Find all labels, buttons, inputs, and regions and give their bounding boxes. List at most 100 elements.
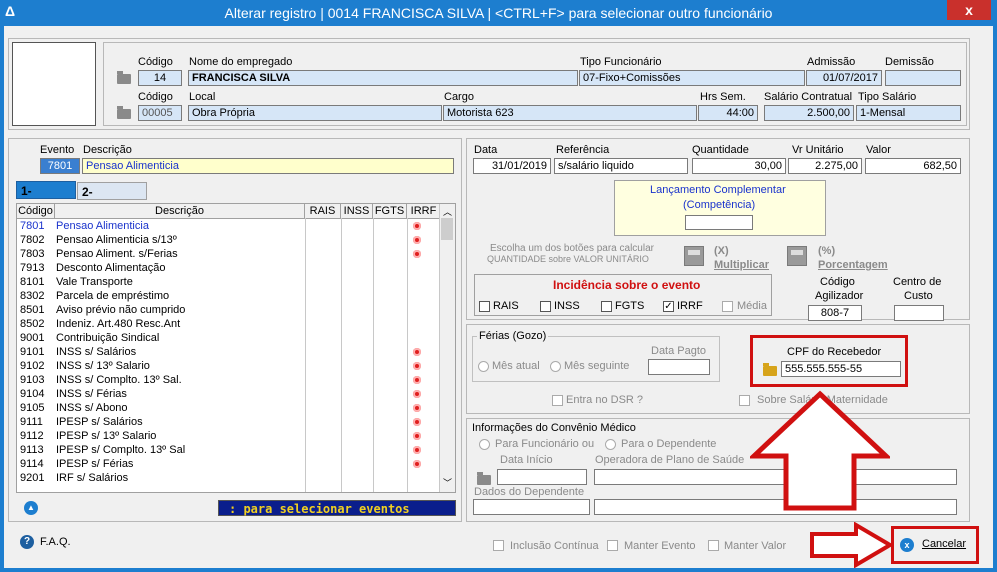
irrf-checkbox[interactable]: ✓ bbox=[663, 301, 674, 312]
fgts-checkbox[interactable] bbox=[601, 301, 612, 312]
folder-icon[interactable] bbox=[117, 106, 131, 119]
rais-checkbox[interactable] bbox=[479, 301, 490, 312]
calculator-icon[interactable] bbox=[684, 246, 704, 266]
table-row[interactable]: 7913 Desconto Alimentação bbox=[17, 261, 441, 275]
col-rais-header[interactable]: RAIS bbox=[305, 204, 341, 218]
table-row[interactable]: 9114 IPESP s/ Férias bbox=[17, 457, 441, 471]
table-row[interactable]: 9101 INSS s/ Salários bbox=[17, 345, 441, 359]
demissao-field[interactable] bbox=[885, 70, 961, 86]
row-descricao: Aviso prévio não cumprido bbox=[56, 304, 186, 316]
salario-contratual-field[interactable]: 2.500,00 bbox=[764, 105, 854, 121]
close-button[interactable]: x bbox=[947, 0, 991, 20]
evento-codigo-field[interactable]: 7801 bbox=[40, 158, 80, 174]
manter-evento-checkbox[interactable] bbox=[607, 540, 618, 551]
irrf-indicator-icon bbox=[413, 418, 421, 426]
scroll-up-icon[interactable]: ︿ bbox=[443, 205, 452, 218]
nome-field[interactable]: FRANCISCA SILVA bbox=[188, 70, 578, 86]
para-dependente-label: Para o Dependente bbox=[621, 438, 717, 450]
table-row[interactable]: 9111 IPESP s/ Salários bbox=[17, 415, 441, 429]
table-row[interactable]: 9201 IRF s/ Salários bbox=[17, 471, 441, 485]
percent-calculator-icon[interactable] bbox=[787, 246, 807, 266]
multiplicar-button[interactable]: Multiplicar bbox=[714, 259, 769, 271]
competencia-field[interactable] bbox=[685, 215, 753, 230]
referencia-field[interactable]: s/salário liquido bbox=[554, 158, 688, 174]
col-descricao-header[interactable]: Descrição bbox=[55, 204, 305, 218]
col-inss-header[interactable]: INSS bbox=[341, 204, 373, 218]
data-pagto-label: Data Pagto bbox=[651, 345, 707, 357]
row-codigo: 7802 bbox=[20, 234, 45, 246]
inss-checkbox[interactable] bbox=[540, 301, 551, 312]
valor-field[interactable]: 682,50 bbox=[865, 158, 961, 174]
red-arrow-right bbox=[810, 522, 894, 568]
cargo-field[interactable]: Motorista 623 bbox=[443, 105, 697, 121]
cpf-field[interactable]: 555.555.555-55 bbox=[781, 361, 901, 377]
entra-dsr-checkbox[interactable] bbox=[552, 395, 563, 406]
local-codigo-field[interactable]: 00005 bbox=[138, 105, 182, 121]
data-inicio-field[interactable] bbox=[497, 469, 587, 485]
col-codigo-header[interactable]: Código bbox=[17, 204, 55, 218]
table-row[interactable]: 7803 Pensao Aliment. s/Ferias bbox=[17, 247, 441, 261]
folder-icon[interactable] bbox=[117, 71, 131, 84]
col-fgts-header[interactable]: FGTS bbox=[373, 204, 407, 218]
grid-scrollbar[interactable]: ︿ ﹀ bbox=[439, 204, 455, 492]
table-row[interactable]: 7802 Pensao Alimenticia s/13º bbox=[17, 233, 441, 247]
sobre-salario-checkbox[interactable] bbox=[739, 395, 750, 406]
vr-unitario-field[interactable]: 2.275,00 bbox=[788, 158, 862, 174]
table-row[interactable]: 9105 INSS s/ Abono bbox=[17, 401, 441, 415]
cancelar-button[interactable]: x Cancelar bbox=[896, 531, 974, 559]
quantidade-field[interactable]: 30,00 bbox=[692, 158, 786, 174]
hrs-sem-field[interactable]: 44:00 bbox=[698, 105, 758, 121]
media-checkbox[interactable] bbox=[722, 301, 733, 312]
calc-hint-line1: Escolha um dos botões para calcular bbox=[490, 243, 654, 254]
dados-dependente-label: Dados do Dependente bbox=[474, 486, 585, 498]
table-row[interactable]: 8101 Vale Transporte bbox=[17, 275, 441, 289]
codigo-field[interactable]: 14 bbox=[138, 70, 182, 86]
table-row[interactable]: 9104 INSS s/ Férias bbox=[17, 387, 441, 401]
scroll-thumb[interactable] bbox=[441, 218, 453, 240]
navigate-up-icon[interactable]: ▲ bbox=[24, 501, 38, 515]
table-row[interactable]: 9112 IPESP s/ 13º Salario bbox=[17, 429, 441, 443]
table-row[interactable]: 8502 Indeniz. Art.480 Resc.Ant bbox=[17, 317, 441, 331]
col-irrf-header[interactable]: IRRF bbox=[407, 204, 441, 218]
mes-seguinte-radio[interactable] bbox=[550, 361, 561, 372]
incidencia-title: Incidência sobre o evento bbox=[553, 278, 701, 292]
manter-valor-checkbox[interactable] bbox=[708, 540, 719, 551]
codigo-agilizador-field[interactable]: 808-7 bbox=[808, 305, 862, 321]
tab-codigo[interactable]: 1-Código bbox=[16, 181, 76, 216]
evento-descricao-field[interactable]: Pensao Alimenticia bbox=[82, 158, 454, 174]
cargo-label: Cargo bbox=[444, 91, 474, 103]
table-row[interactable]: 7801 Pensao Alimenticia bbox=[17, 219, 441, 233]
table-row[interactable]: 9103 INSS s/ Complto. 13º Sal. bbox=[17, 373, 441, 387]
mes-atual-radio[interactable] bbox=[478, 361, 489, 372]
para-funcionario-radio[interactable] bbox=[479, 439, 490, 450]
porcentagem-button[interactable]: Porcentagem bbox=[818, 259, 888, 271]
row-descricao: Desconto Alimentação bbox=[56, 262, 166, 274]
table-row[interactable]: 9113 IPESP s/ Complto. 13º Sal bbox=[17, 443, 441, 457]
dados-dependente-field-1[interactable] bbox=[473, 499, 590, 515]
scroll-down-icon[interactable]: ﹀ bbox=[443, 476, 452, 489]
table-row[interactable]: 8501 Aviso prévio não cumprido bbox=[17, 303, 441, 317]
row-codigo: 8302 bbox=[20, 290, 45, 302]
row-codigo: 9113 bbox=[20, 444, 44, 456]
row-descricao: INSS s/ Complto. 13º Sal. bbox=[56, 374, 182, 386]
table-row[interactable]: 9102 INSS s/ 13º Salario bbox=[17, 359, 441, 373]
irrf-indicator-icon bbox=[413, 250, 421, 258]
tipo-salario-field[interactable]: 1-Mensal bbox=[856, 105, 961, 121]
multiplicar-label-top[interactable]: (X) bbox=[714, 245, 729, 257]
data-field[interactable]: 31/01/2019 bbox=[473, 158, 551, 174]
centro-custo-field[interactable] bbox=[894, 305, 944, 321]
table-row[interactable]: 9001 Contribuição Sindical bbox=[17, 331, 441, 345]
tab-descricao[interactable]: 2-Descrição bbox=[77, 182, 147, 217]
admissao-field[interactable]: 01/07/2017 bbox=[806, 70, 882, 86]
faq-icon[interactable]: ? bbox=[20, 535, 34, 549]
faq-link[interactable]: F.A.Q. bbox=[40, 536, 71, 548]
folder-icon[interactable] bbox=[477, 472, 491, 485]
tipo-funcionario-field[interactable]: 07-Fixo+Comissões bbox=[579, 70, 805, 86]
inclusao-continua-checkbox[interactable] bbox=[493, 540, 504, 551]
folder-open-icon[interactable] bbox=[763, 363, 777, 376]
local-field[interactable]: Obra Própria bbox=[188, 105, 442, 121]
para-dependente-radio[interactable] bbox=[605, 439, 616, 450]
data-pagto-field[interactable] bbox=[648, 359, 710, 375]
table-row[interactable]: 8302 Parcela de empréstimo bbox=[17, 289, 441, 303]
porcentagem-label-top[interactable]: (%) bbox=[818, 245, 835, 257]
